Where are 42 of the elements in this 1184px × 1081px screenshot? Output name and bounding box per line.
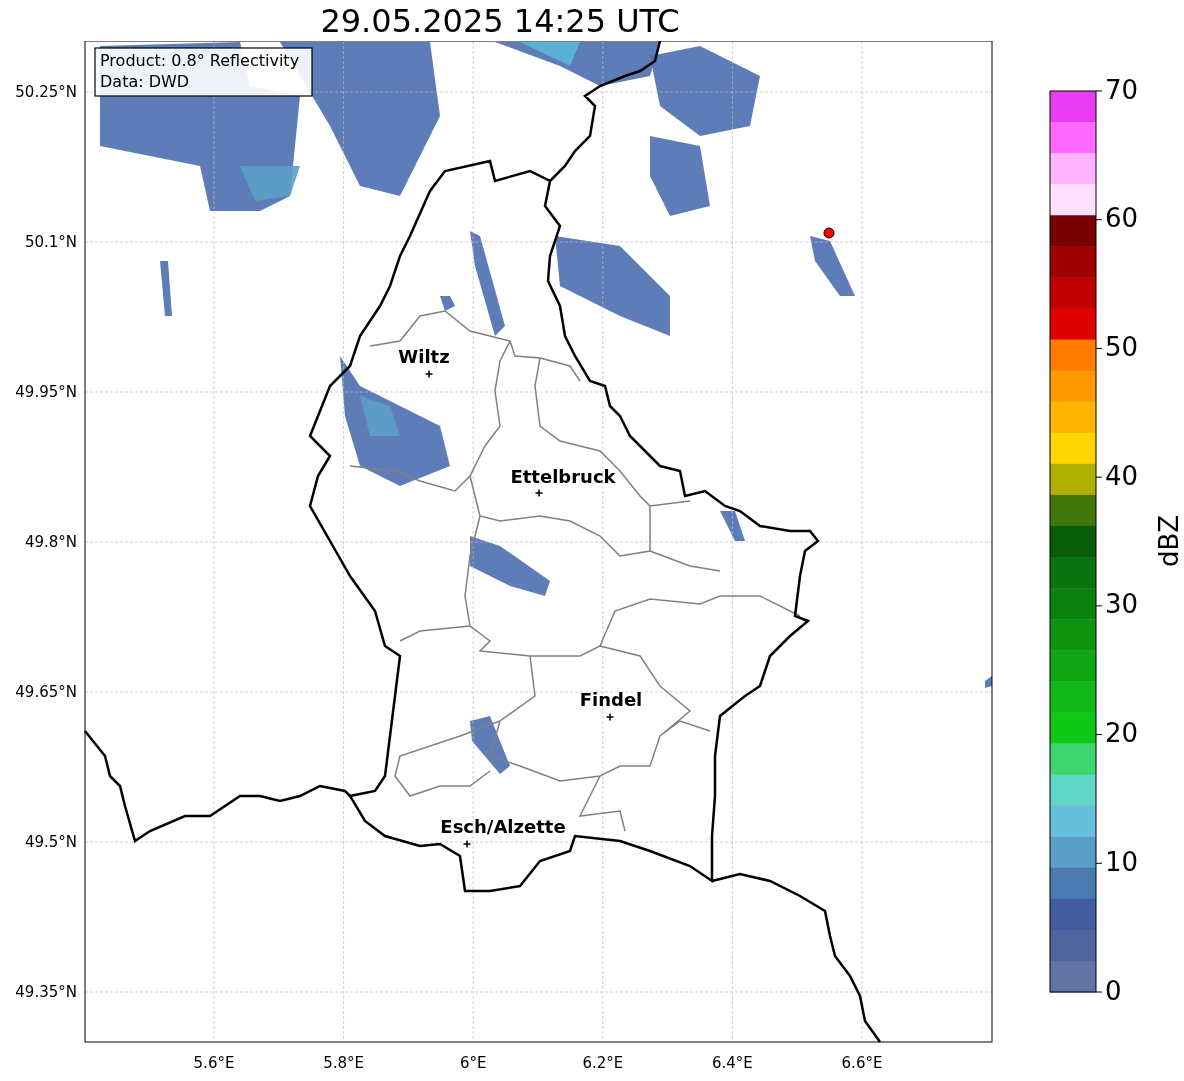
- axis-tick-label: 6.2°E: [582, 1054, 624, 1073]
- axis-tick-label: 49.8°N: [24, 532, 77, 551]
- city-label: Findel: [579, 689, 643, 710]
- colorbar-tick-label: 40: [1105, 460, 1139, 491]
- colorbar-tick-label: 60: [1105, 203, 1139, 234]
- colorbar-tick: [1095, 476, 1103, 478]
- axis-tick-label: 50.25°N: [15, 82, 77, 101]
- colorbar-tick-label: 20: [1105, 718, 1139, 749]
- city-marker: [605, 712, 615, 722]
- colorbar-tick: [1095, 219, 1103, 221]
- axis-tick-label: 50.1°N: [24, 232, 77, 251]
- colorbar-tick-label: 70: [1105, 74, 1139, 105]
- colorbar-tick: [1095, 734, 1103, 736]
- axis-tick-label: 6.4°E: [712, 1054, 753, 1073]
- colorbar-tick-label: 30: [1105, 589, 1139, 620]
- city-marker: [534, 488, 544, 498]
- chart-title: 29.05.2025 14:25 UTC: [320, 1, 680, 40]
- colorbar-label: dBZ: [1153, 514, 1184, 568]
- axis-tick-label: 6.6°E: [841, 1054, 883, 1073]
- colorbar-tick-label: 10: [1105, 846, 1139, 877]
- info-text: Product: 0.8° Reflectivity: [100, 51, 300, 70]
- info-text: Data: DWD: [100, 72, 190, 91]
- axis-tick-label: 6°E: [459, 1054, 487, 1073]
- axis-tick-label: 49.35°N: [15, 982, 77, 1001]
- colorbar-tick: [1095, 347, 1103, 349]
- colorbar-tick: [1095, 862, 1103, 864]
- colorbar-tick: [1095, 90, 1103, 92]
- city-marker: [462, 839, 472, 849]
- colorbar-tick: [1095, 605, 1103, 607]
- radar-site-marker: [823, 227, 835, 239]
- colorbar-tick: [1095, 991, 1103, 993]
- axis-tick-label: 49.5°N: [24, 832, 77, 851]
- axis-tick-label: 49.65°N: [15, 682, 77, 701]
- colorbar-tick-label: 0: [1105, 975, 1122, 1006]
- city-marker: [424, 369, 434, 379]
- axis-tick-label: 5.8°E: [323, 1054, 364, 1073]
- colorbar-tick-label: 50: [1105, 331, 1139, 362]
- axis-tick-label: 5.6°E: [193, 1054, 235, 1073]
- city-label: Ettelbruck: [510, 466, 616, 487]
- city-label: Esch/Alzette: [440, 816, 566, 837]
- city-label: Wiltz: [398, 346, 450, 367]
- axis-tick-label: 49.95°N: [15, 382, 77, 401]
